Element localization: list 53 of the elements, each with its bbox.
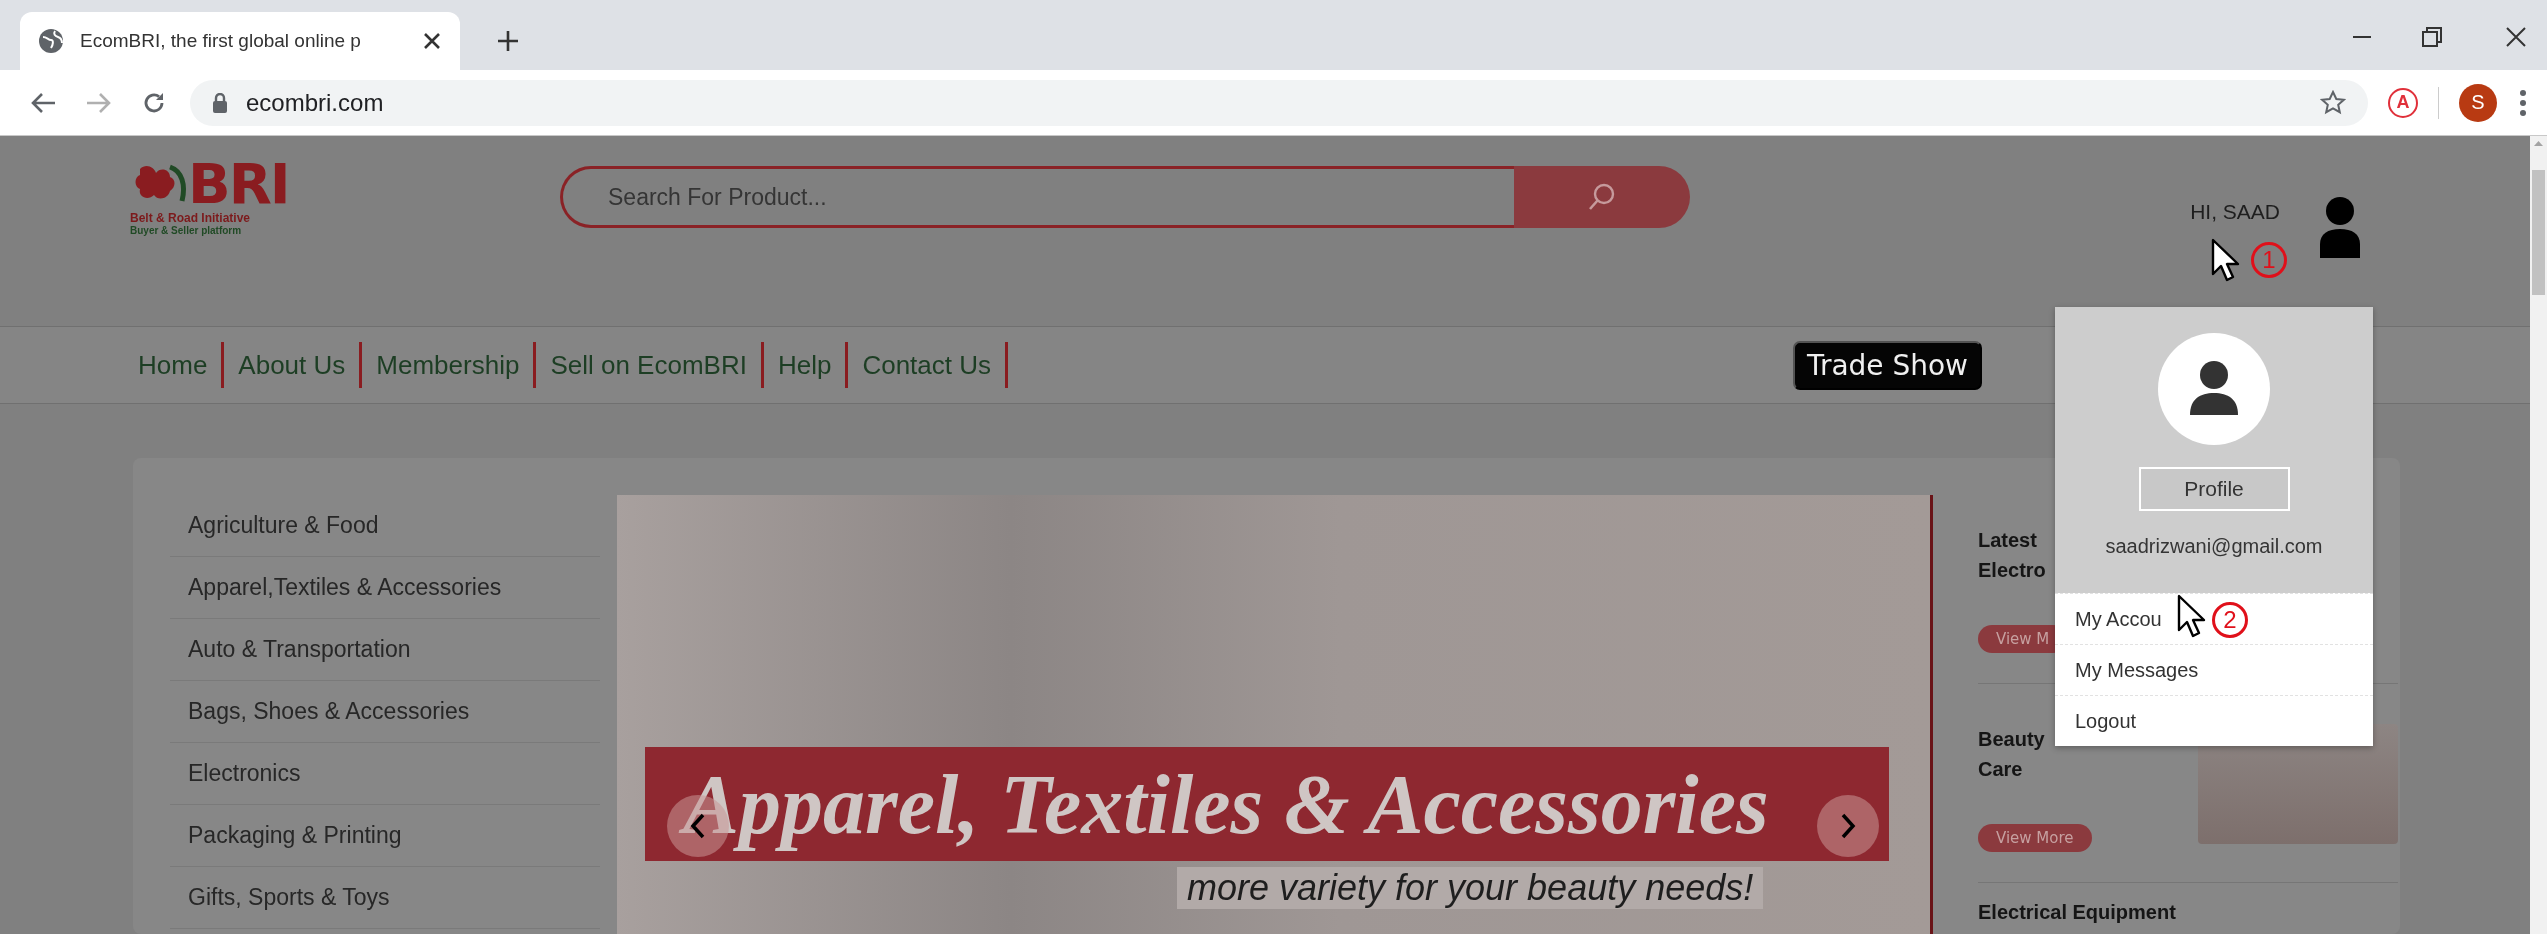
user-icon[interactable] xyxy=(2320,196,2360,258)
greeting-text[interactable]: HI, SAAD xyxy=(2190,200,2280,228)
star-icon[interactable] xyxy=(2320,89,2346,116)
back-arrow-icon[interactable] xyxy=(30,91,56,114)
cursor-icon xyxy=(2210,238,2242,284)
close-icon[interactable] xyxy=(2505,26,2527,48)
category-item[interactable]: Apparel,Textiles & Accessories xyxy=(170,557,600,619)
extension-button[interactable]: A xyxy=(2388,87,2418,118)
logo-wordmark[interactable]: BRI xyxy=(188,156,289,212)
step-marker: 1 xyxy=(2251,242,2287,278)
category-item[interactable]: Bags, Shoes & Accessories xyxy=(170,681,600,743)
globe-icon xyxy=(38,28,64,54)
category-item[interactable]: Packaging & Printing xyxy=(170,805,600,867)
search-icon xyxy=(1587,182,1617,212)
nav-link[interactable]: Sell on EcomBRI xyxy=(536,342,764,388)
nav-link[interactable]: Membership xyxy=(362,342,537,388)
cursor-icon xyxy=(2176,594,2208,640)
banner-headline: Apparel, Textiles & Accessories xyxy=(645,747,1889,861)
lock-icon xyxy=(212,92,228,113)
nav-link[interactable]: Home xyxy=(124,342,225,388)
browser-tab[interactable]: EcomBRI, the first global online p xyxy=(20,12,460,70)
logo-subtitle: Buyer & Seller platform xyxy=(130,225,243,237)
close-icon[interactable] xyxy=(422,31,442,51)
view-more-button[interactable]: View More xyxy=(1978,824,2092,852)
profile-avatar[interactable]: S xyxy=(2459,83,2497,122)
profile-button[interactable]: Profile xyxy=(2138,467,2290,511)
nav-link[interactable]: Contact Us xyxy=(848,342,1008,388)
avatar-icon xyxy=(2158,333,2270,445)
nav-link[interactable]: About Us xyxy=(224,342,363,388)
url-text: ecombri.com xyxy=(246,88,384,117)
menu-item[interactable]: My Messages xyxy=(2055,644,2373,695)
search-field[interactable]: Search For Product... xyxy=(560,166,1514,228)
restore-icon[interactable] xyxy=(2421,26,2443,48)
category-item[interactable]: Electronics xyxy=(170,743,600,805)
address-bar[interactable]: ecombri.com xyxy=(190,79,2368,126)
menu-item[interactable]: Logout xyxy=(2055,695,2373,746)
promo-title[interactable]: Electrical Equipment xyxy=(1978,897,2176,927)
plus-icon[interactable] xyxy=(496,29,520,53)
category-item[interactable]: Auto & Transportation xyxy=(170,619,600,681)
menu-icon[interactable] xyxy=(2519,88,2527,117)
banner-tagline: more variety for your beauty needs! xyxy=(1177,867,1764,909)
trade-show-button[interactable]: Trade Show xyxy=(1792,340,1982,390)
category-item[interactable]: Gifts, Sports & Toys xyxy=(170,867,600,929)
banner-photo[interactable]: Apparel, Textiles & Accessories more variety for your beauty needs! xyxy=(617,495,1933,934)
step-marker: 2 xyxy=(2212,602,2248,638)
email-text: saadrizwani@gmail.com xyxy=(2105,535,2323,558)
category-item[interactable]: Agriculture & Food xyxy=(170,495,600,557)
logo-tagline: Belt & Road Initiative xyxy=(130,212,252,225)
scrollbar-thumb[interactable] xyxy=(2532,170,2545,295)
tab-title: EcomBRI, the first global online p xyxy=(80,30,362,52)
chevron-left-icon xyxy=(690,813,706,839)
nav-link[interactable]: Help xyxy=(763,342,849,388)
chevron-right-icon xyxy=(1840,813,1856,839)
